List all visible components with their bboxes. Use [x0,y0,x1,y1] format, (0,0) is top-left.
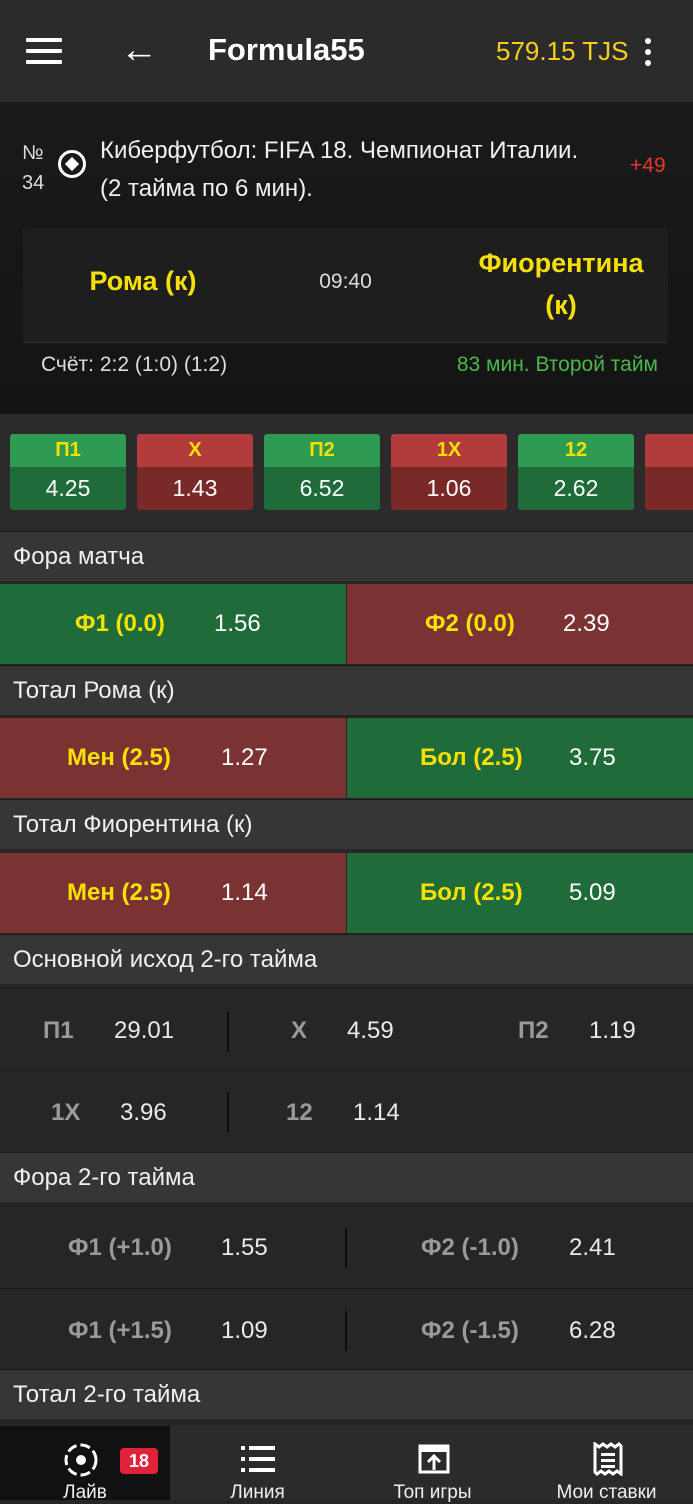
odd-value[interactable]: 29.01 [114,1017,174,1045]
odd-label[interactable]: П1 [43,1017,74,1045]
odd-label[interactable]: Ф1 (+1.0) [68,1234,172,1262]
odd-f1-button[interactable]: Ф1 (0.0) 1.56 [0,584,346,664]
odd-label[interactable]: 12 [286,1099,313,1127]
time-status: 83 мин. Второй тайм [456,353,658,376]
live-icon [64,1443,98,1477]
market-row-total-team1: Мен (2.5) 1.27 Бол (2.5) 3.75 [0,718,693,798]
scoreboard: Рома (к) 09:40 Фиорентина (к) [23,228,668,342]
odd-chip-p2[interactable]: П2 6.52 [264,434,380,510]
odd-label[interactable]: Ф2 (-1.5) [421,1317,519,1345]
score-line: Счёт: 2:2 (1:0) (1:2) 83 мин. Второй тай… [23,342,668,382]
odd-under-button[interactable]: Мен (2.5) 1.14 [0,853,346,933]
odd-label[interactable]: П2 [518,1017,549,1045]
more-options-icon[interactable] [645,38,653,71]
odd-value[interactable]: 2.41 [569,1234,616,1262]
match-number: № 34 [22,142,45,194]
odd-chip-x[interactable]: X 1.43 [137,434,253,510]
market-row-result-2nd-half-2: 1X 3.96 12 1.14 [0,1070,693,1150]
team2-name: Фиорентина (к) [478,248,644,320]
market-row-handicap-2nd-half-1: Ф1 (+1.0) 1.55 Ф2 (-1.0) 2.41 [0,1205,693,1285]
odd-value[interactable]: 1.14 [353,1099,400,1127]
receipt-icon [593,1442,623,1476]
odd-chip-12[interactable]: 12 2.62 [518,434,634,510]
market-title-total-team2[interactable]: Тотал Фиорентина (к) [0,799,693,849]
live-count-badge: 18 [120,1448,158,1474]
nav-live[interactable]: 18 Лайв [0,1426,170,1503]
odd-over-button[interactable]: Бол (2.5) 5.09 [347,853,693,933]
team1-name: Рома (к) [89,266,197,296]
quick-odds-row: П1 4.25 X 1.43 П2 6.52 1X 1.06 12 2.62 2… [0,414,693,530]
app-title: Formula55 [208,32,365,67]
score-text: Счёт: 2:2 (1:0) (1:2) [41,353,228,376]
market-row-handicap-2nd-half-2: Ф1 (+1.5) 1.09 Ф2 (-1.5) 6.28 [0,1288,693,1368]
odd-chip-p1[interactable]: П1 4.25 [10,434,126,510]
bottom-navigation: 18 Лайв Линия Топ игры Мои ставки [0,1426,693,1503]
nav-my-bets[interactable]: Мои ставки [520,1426,693,1503]
more-markets-count[interactable]: +49 [630,154,666,178]
soccer-ball-icon [58,150,86,178]
market-title-result-2nd-half[interactable]: Основной исход 2-го тайма [0,934,693,984]
odd-value[interactable]: 4.59 [347,1017,394,1045]
nav-line[interactable]: Линия [170,1426,345,1503]
odd-label[interactable]: 1X [51,1099,80,1127]
odd-chip-1x[interactable]: 1X 1.06 [391,434,507,510]
market-row-result-2nd-half-1: П1 29.01 X 4.59 П2 1.19 [0,988,693,1068]
list-icon [241,1446,275,1472]
balance-display[interactable]: 579.15 TJS [496,36,629,67]
odd-label[interactable]: Ф2 (-1.0) [421,1234,519,1262]
top-games-icon [418,1444,450,1474]
back-arrow-icon[interactable]: ← [120,30,158,70]
divider [345,1311,347,1351]
market-title-total-2nd-half[interactable]: Тотал 2-го тайма [0,1369,693,1419]
nav-top-games[interactable]: Топ игры [345,1426,520,1503]
league-title: Киберфутбол: FIFA 18. Чемпионат Италии. … [100,137,579,202]
market-title-handicap-2nd-half[interactable]: Фора 2-го тайма [0,1152,693,1202]
divider [345,1228,347,1268]
market-title-handicap-match[interactable]: Фора матча [0,531,693,581]
odd-label[interactable]: Ф1 (+1.5) [68,1317,172,1345]
odd-value[interactable]: 6.28 [569,1317,616,1345]
match-clock: 09:40 [319,270,372,293]
match-header: № 34 Киберфутбол: FIFA 18. Чемпионат Ита… [0,102,693,414]
market-row-total-team2: Мен (2.5) 1.14 Бол (2.5) 5.09 [0,853,693,933]
divider [227,1093,229,1133]
odd-value[interactable]: 1.55 [221,1234,268,1262]
market-row-handicap-match: Ф1 (0.0) 1.56 Ф2 (0.0) 2.39 [0,584,693,664]
hamburger-menu-icon[interactable] [26,38,62,66]
odd-value[interactable]: 3.96 [120,1099,167,1127]
odd-f2-button[interactable]: Ф2 (0.0) 2.39 [347,584,693,664]
odd-label[interactable]: X [291,1017,307,1045]
odd-chip-2[interactable]: 2 1 [645,434,693,510]
divider [227,1011,229,1051]
odd-under-button[interactable]: Мен (2.5) 1.27 [0,718,346,798]
market-title-total-team1[interactable]: Тотал Рома (к) [0,665,693,715]
odd-over-button[interactable]: Бол (2.5) 3.75 [347,718,693,798]
odd-value[interactable]: 1.19 [589,1017,636,1045]
odd-value[interactable]: 1.09 [221,1317,268,1345]
top-app-bar: ← Formula55 579.15 TJS [0,0,693,102]
